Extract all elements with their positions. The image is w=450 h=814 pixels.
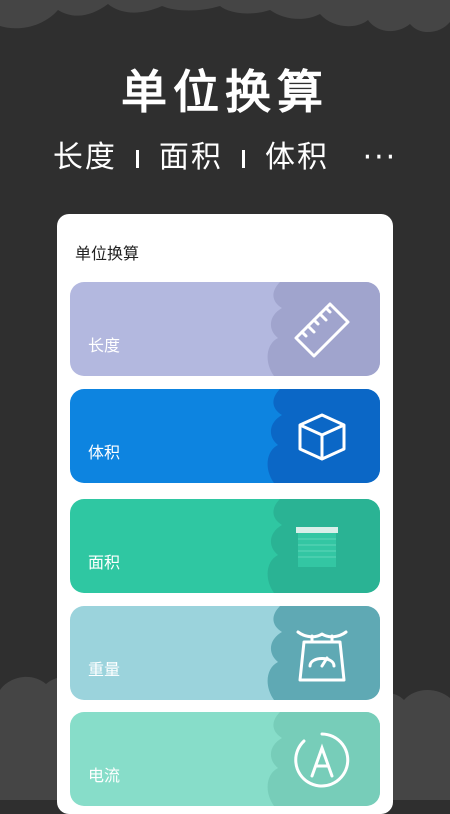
current-icon <box>294 732 350 788</box>
card-current[interactable]: 电流 <box>70 712 380 806</box>
card-weight-label: 重量 <box>88 660 121 679</box>
hero-subtitle-item-area: 面积 <box>158 140 223 175</box>
hero-subtitle-more: ··· <box>362 140 398 175</box>
hero-subtitle-separator <box>136 149 140 168</box>
area-icon <box>296 527 338 567</box>
ruler-icon <box>294 302 350 358</box>
card-weight[interactable]: 重量 <box>70 606 380 700</box>
card-volume-label: 体积 <box>88 443 121 462</box>
hero-title: 单位换算 <box>121 65 329 119</box>
unit-conversion-panel: 单位换算 长度 体积 面积 重量 电流 <box>57 214 393 814</box>
panel-title: 单位换算 <box>75 244 140 263</box>
card-length[interactable]: 长度 <box>70 282 380 376</box>
card-length-label: 长度 <box>88 336 121 355</box>
card-area[interactable]: 面积 <box>70 499 380 593</box>
card-area-label: 面积 <box>88 553 121 572</box>
hero-subtitle-separator <box>242 149 246 168</box>
hero-subtitle: 长度 面积 体积 ··· <box>0 132 450 176</box>
card-volume[interactable]: 体积 <box>70 389 380 483</box>
cube-icon <box>298 413 346 461</box>
scale-icon <box>296 630 348 682</box>
hero-subtitle-item-volume: 体积 <box>265 140 330 175</box>
card-current-label: 电流 <box>88 766 121 785</box>
hero-subtitle-item-length: 长度 <box>52 140 117 175</box>
top-cloud-decoration <box>0 0 450 33</box>
